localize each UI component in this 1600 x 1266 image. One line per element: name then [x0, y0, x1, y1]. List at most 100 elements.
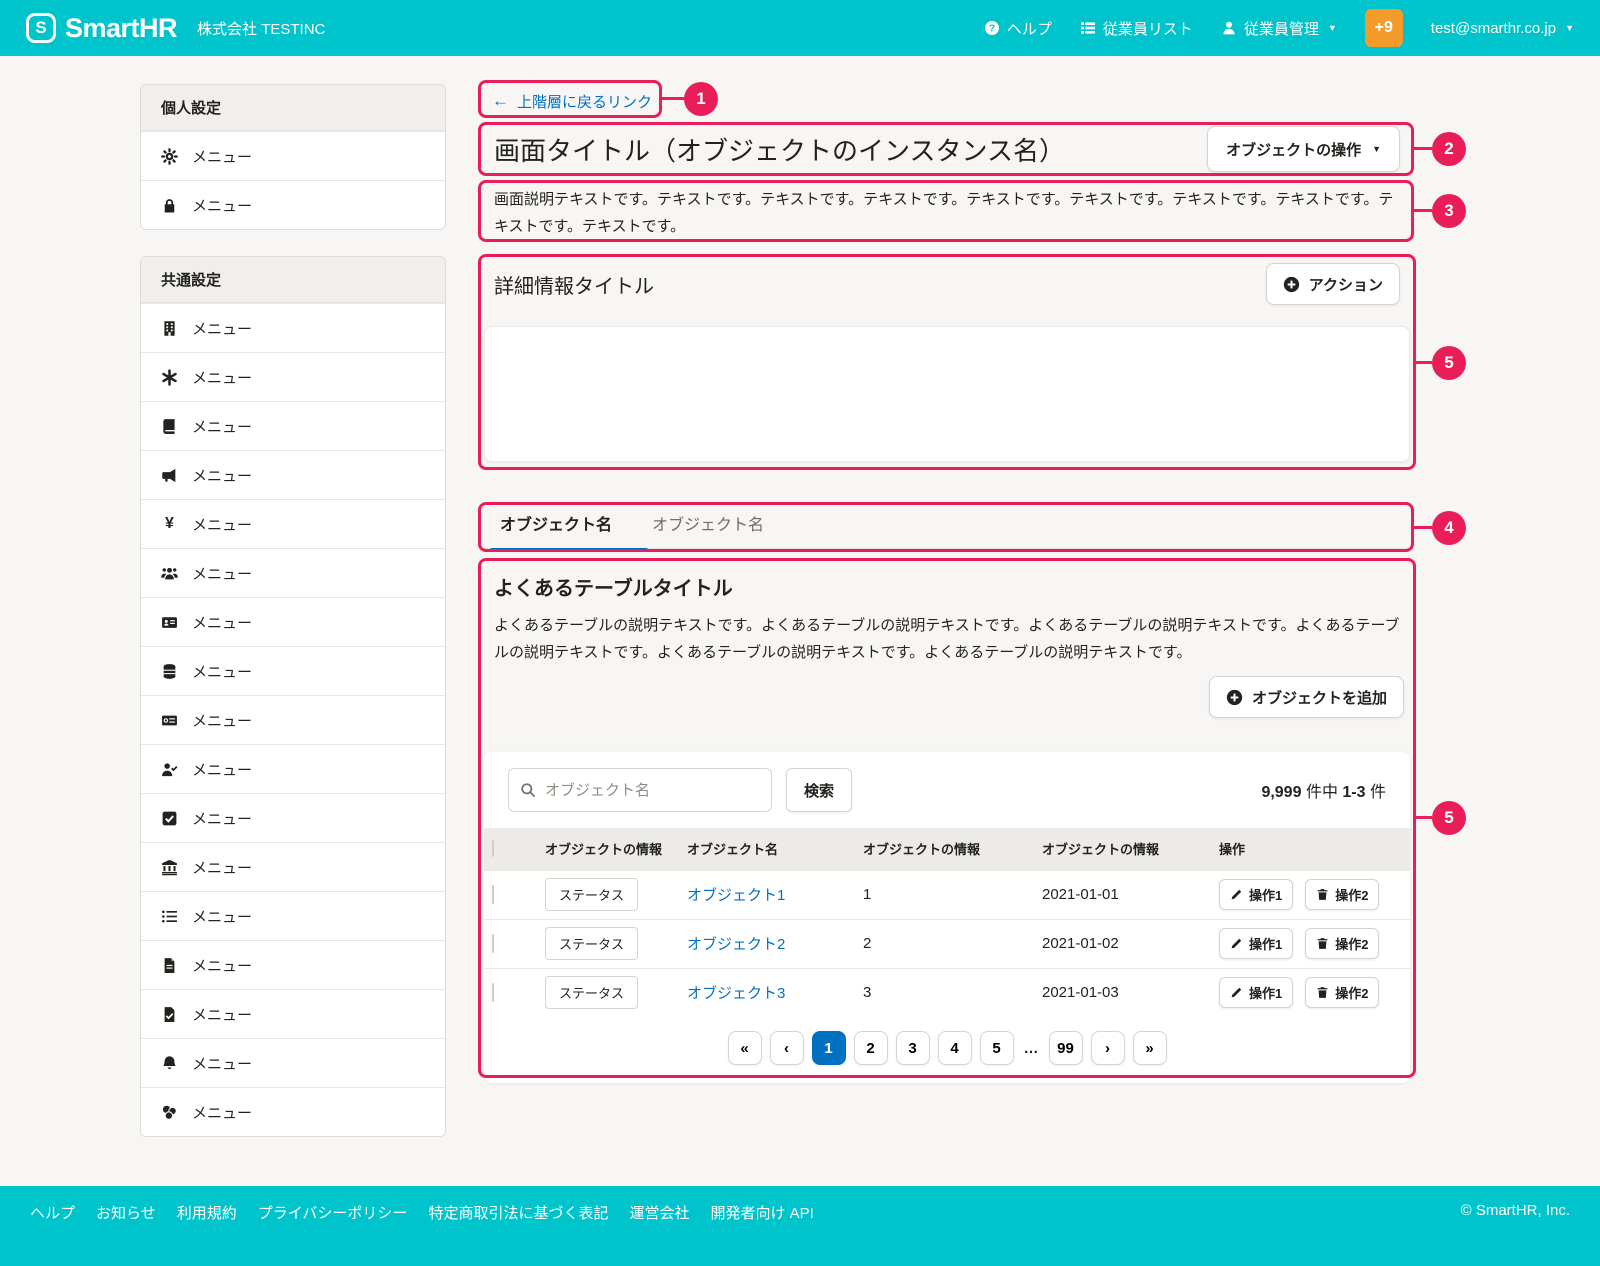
sidebar-item-label: メニュー	[192, 710, 252, 731]
row-checkbox[interactable]	[492, 934, 494, 953]
row-checkbox[interactable]	[492, 983, 494, 1002]
employee-list-link[interactable]: 従業員リスト	[1080, 18, 1193, 39]
sidebar-item-menu[interactable]: メニュー	[141, 695, 445, 744]
logo-text: SmartHR	[65, 13, 177, 44]
sidebar-item-menu[interactable]: メニュー	[141, 744, 445, 793]
edit-button[interactable]: 操作1	[1219, 879, 1293, 910]
sidebar-item-menu[interactable]: メニュー	[141, 450, 445, 499]
last-page-button[interactable]: »	[1133, 1031, 1167, 1065]
sidebar-item-label: メニュー	[192, 906, 252, 927]
sidebar-item-menu[interactable]: メニュー	[141, 891, 445, 940]
sidebar-item-menu[interactable]: メニュー	[141, 548, 445, 597]
annotation-line-2	[1414, 147, 1432, 150]
back-link[interactable]: ← 上階層に戻るリンク	[492, 88, 652, 114]
tab-object-1[interactable]: オブジェクト名	[500, 511, 612, 535]
annotation-marker-2: 2	[1432, 132, 1466, 166]
detail-section: 詳細情報タイトル アクション	[484, 262, 1410, 462]
edit-button[interactable]: 操作1	[1219, 977, 1293, 1008]
status-badge: ステータス	[545, 976, 638, 1009]
document-check-icon	[161, 1006, 178, 1023]
action-button[interactable]: アクション	[1266, 263, 1400, 305]
sidebar-item-menu[interactable]: メニュー	[141, 1087, 445, 1136]
footer-link-news[interactable]: お知らせ	[96, 1202, 156, 1223]
pencil-icon	[1230, 888, 1243, 901]
sidebar-item-label: メニュー	[192, 1102, 252, 1123]
add-object-button[interactable]: オブジェクトを追加	[1209, 676, 1404, 718]
sidebar-item-menu[interactable]: メニュー	[141, 401, 445, 450]
page-button-last[interactable]: 99	[1049, 1031, 1083, 1065]
footer-link-developer-api[interactable]: 開発者向け API	[710, 1202, 813, 1223]
sidebar-item-menu[interactable]: メニュー	[141, 131, 445, 180]
account-email: test@smarthr.co.jp	[1431, 20, 1556, 37]
smarthr-logo[interactable]: S SmartHR	[26, 13, 177, 44]
edit-button[interactable]: 操作1	[1219, 928, 1293, 959]
select-all-checkbox[interactable]	[492, 840, 494, 857]
page-button[interactable]: 3	[896, 1031, 930, 1065]
page-button-current[interactable]: 1	[812, 1031, 846, 1065]
sidebar-item-label: メニュー	[192, 367, 252, 388]
question-circle-icon: ?	[984, 20, 1000, 36]
coins-icon	[161, 1104, 178, 1121]
object-link[interactable]: オブジェクト1	[687, 887, 785, 904]
object-link[interactable]: オブジェクト3	[687, 985, 785, 1002]
search-input[interactable]	[508, 768, 772, 812]
sidebar-item-menu[interactable]: メニュー	[141, 1038, 445, 1087]
sidebar-item-menu[interactable]: メニュー	[141, 303, 445, 352]
notification-badge[interactable]: +9	[1365, 9, 1403, 47]
page-title: 画面タイトル（オブジェクトのインスタンス名）	[494, 131, 1065, 168]
footer-link-privacy[interactable]: プライバシーポリシー	[258, 1202, 408, 1223]
sidebar-item-label: メニュー	[192, 759, 252, 780]
page-button[interactable]: 5	[980, 1031, 1014, 1065]
object-actions-dropdown[interactable]: オブジェクトの操作 ▼	[1207, 126, 1400, 172]
help-label: ヘルプ	[1007, 18, 1052, 39]
object-actions-label: オブジェクトの操作	[1226, 139, 1361, 160]
delete-button[interactable]: 操作2	[1305, 928, 1379, 959]
help-link[interactable]: ? ヘルプ	[984, 18, 1052, 39]
arrow-left-icon: ←	[492, 91, 509, 111]
add-button-row: オブジェクトを追加	[484, 676, 1410, 720]
search-button[interactable]: 検索	[786, 768, 852, 812]
sidebar-item-menu[interactable]: メニュー	[141, 352, 445, 401]
table-section-description: よくあるテーブルの説明テキストです。よくあるテーブルの説明テキストです。よくある…	[484, 612, 1410, 666]
sidebar-item-menu[interactable]: メニュー	[141, 597, 445, 646]
tab-object-2[interactable]: オブジェクト名	[652, 511, 764, 535]
page-button[interactable]: 4	[938, 1031, 972, 1065]
account-menu[interactable]: test@smarthr.co.jp ▼	[1431, 20, 1574, 37]
delete-button[interactable]: 操作2	[1305, 977, 1379, 1008]
employee-admin-label: 従業員管理	[1244, 18, 1319, 39]
sidebar-item-menu[interactable]: ¥ メニュー	[141, 499, 445, 548]
employee-admin-menu[interactable]: 従業員管理 ▼	[1221, 18, 1337, 39]
footer-link-company[interactable]: 運営会社	[629, 1202, 689, 1223]
user-check-icon	[161, 761, 178, 778]
sidebar-item-menu[interactable]: メニュー	[141, 940, 445, 989]
sidebar-item-label: メニュー	[192, 955, 252, 976]
first-page-button[interactable]: «	[728, 1031, 762, 1065]
next-page-button[interactable]: ›	[1091, 1031, 1125, 1065]
footer-links: ヘルプ お知らせ 利用規約 プライバシーポリシー 特定商取引法に基づく表記 運営…	[30, 1202, 814, 1223]
footer-link-terms[interactable]: 利用規約	[177, 1202, 237, 1223]
table-row: ステータス オブジェクト1 1 2021-01-01 操作1 操作2	[484, 870, 1410, 919]
sidebar-item-label: メニュー	[192, 195, 252, 216]
object-date-cell: 2021-01-01	[1034, 870, 1211, 919]
sidebar-group-title: 共通設定	[141, 257, 445, 303]
sidebar-item-menu[interactable]: メニュー	[141, 989, 445, 1038]
detail-panel	[484, 326, 1410, 462]
footer-link-commerce-law[interactable]: 特定商取引法に基づく表記	[428, 1202, 608, 1223]
table-section-title: よくあるテーブルタイトル	[484, 572, 1410, 600]
page-button[interactable]: 2	[854, 1031, 888, 1065]
svg-text:?: ?	[989, 23, 995, 35]
sidebar-item-menu[interactable]: メニュー	[141, 793, 445, 842]
sidebar-item-menu[interactable]: メニュー	[141, 842, 445, 891]
object-link[interactable]: オブジェクト2	[687, 936, 785, 953]
copyright: © SmartHR, Inc.	[1461, 1202, 1570, 1219]
sidebar-item-menu[interactable]: メニュー	[141, 180, 445, 229]
prev-page-button[interactable]: ‹	[770, 1031, 804, 1065]
company-name: 株式会社 TESTINC	[197, 18, 325, 39]
book-icon	[161, 418, 178, 435]
row-checkbox[interactable]	[492, 885, 494, 904]
table-section: よくあるテーブルタイトル よくあるテーブルの説明テキストです。よくあるテーブルの…	[484, 572, 1410, 1083]
footer-link-help[interactable]: ヘルプ	[30, 1202, 75, 1223]
delete-button[interactable]: 操作2	[1305, 879, 1379, 910]
sidebar-item-menu[interactable]: メニュー	[141, 646, 445, 695]
annotation-marker-4: 4	[1432, 511, 1466, 545]
